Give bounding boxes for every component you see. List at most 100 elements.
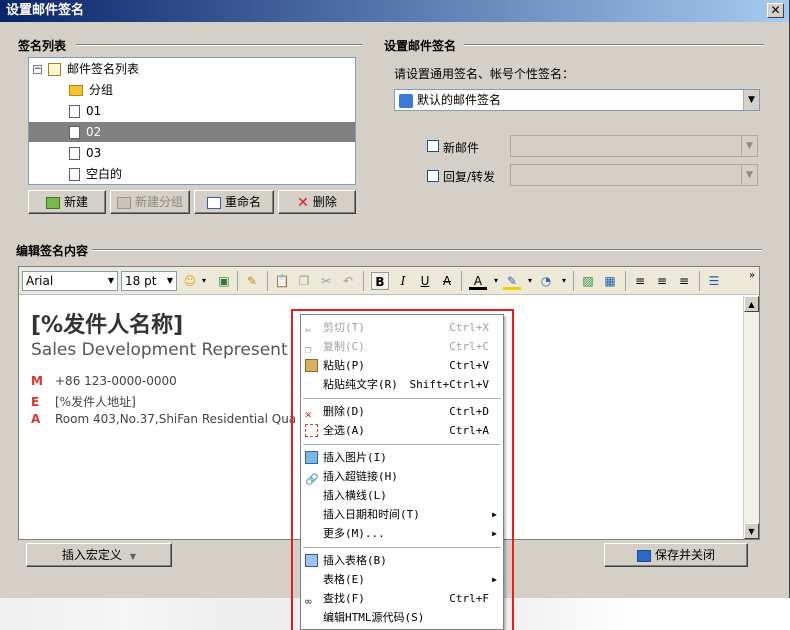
toolbar-divider [461, 271, 462, 291]
menu-item-find[interactable]: ∞ 查找(F) Ctrl+F [301, 589, 503, 608]
editor-scrollbar[interactable]: ▲ ▼ [743, 296, 759, 539]
cut-icon[interactable]: ✂ [317, 272, 335, 290]
tree-item-group[interactable]: 分组 [69, 80, 115, 100]
insert-table-icon[interactable]: ▦ [601, 272, 619, 290]
chevron-down-icon[interactable]: ▼ [164, 272, 176, 290]
align-center-icon[interactable]: ≡ [653, 272, 671, 290]
reply-forward-checkbox[interactable] [427, 170, 439, 182]
font-size-select[interactable]: 18 pt ▼ [121, 271, 177, 291]
folder-add-icon [116, 196, 131, 209]
new-group-button[interactable]: 新建分组 [110, 190, 190, 214]
menu-item-paste[interactable]: 粘贴(P) Ctrl+V [301, 356, 503, 375]
scissors-icon: ✂ [305, 324, 312, 337]
document-icon [69, 126, 80, 139]
save-close-button[interactable]: 保存并关闭 [604, 543, 748, 567]
toolbar-divider [573, 271, 574, 291]
menu-item-insert-link[interactable]: 🔗 插入超链接(H) [301, 467, 503, 486]
delete-x-icon: ✕ [297, 194, 309, 211]
tree-item-03[interactable]: 03 [69, 143, 103, 163]
menu-item-cut[interactable]: ✂ 剪切(T) Ctrl+X [301, 318, 503, 337]
new-icon [45, 196, 60, 209]
menu-separator [303, 444, 501, 445]
insert-macro-button[interactable]: 插入宏定义 ▼ [26, 543, 172, 567]
image-icon [305, 451, 318, 464]
toolbar-divider [237, 271, 238, 291]
document-icon [69, 147, 80, 160]
chevron-down-icon[interactable]: ▼ [743, 90, 759, 110]
chevron-down-icon[interactable]: ▼ [105, 272, 117, 290]
scroll-up-icon[interactable]: ▲ [744, 296, 759, 312]
mobile-row: M +86 123-0000-0000 [31, 374, 177, 388]
new-mail-checkbox[interactable] [427, 140, 439, 152]
menu-item-insert-hr[interactable]: 插入横线(L) [301, 486, 503, 505]
italic-button[interactable]: I [394, 272, 412, 290]
tree-root[interactable]: − 邮件签名列表 [33, 59, 141, 79]
menu-item-more[interactable]: 更多(M)... ▶ [301, 524, 503, 543]
divider [92, 249, 762, 251]
copy-icon[interactable]: ❐ [295, 272, 313, 290]
menu-item-insert-datetime[interactable]: 插入日期和时间(T) ▶ [301, 505, 503, 524]
sender-name-placeholder: [%发件人名称] [31, 313, 184, 338]
font-color-icon[interactable]: A [469, 272, 487, 290]
insert-object-icon[interactable]: ▣ [215, 272, 233, 290]
chevron-down-icon[interactable]: ▾ [555, 272, 573, 290]
email-row: E [%发件人地址] [31, 395, 136, 409]
menu-item-paste-plain[interactable]: 粘贴纯文字(R) Shift+Ctrl+V [301, 375, 503, 394]
menu-item-select-all[interactable]: 全选(A) Ctrl+A [301, 421, 503, 440]
menu-item-insert-image[interactable]: 插入图片(I) [301, 448, 503, 467]
menu-item-copy[interactable]: ❐ 复制(C) Ctrl+C [301, 337, 503, 356]
link-icon: 🔗 [305, 473, 319, 486]
new-button[interactable]: 新建 [28, 190, 106, 214]
menu-separator [303, 547, 501, 548]
chevron-down-icon[interactable]: ▼ [741, 165, 757, 185]
submenu-arrow-icon: ▶ [492, 575, 497, 584]
bold-button[interactable]: B [371, 272, 389, 290]
table-icon [305, 554, 318, 567]
toolbar-overflow-icon[interactable]: » [743, 267, 761, 285]
menu-item-table[interactable]: 表格(E) ▶ [301, 570, 503, 589]
menu-separator [303, 398, 501, 399]
signature-list-heading: 签名列表 [18, 39, 67, 53]
font-family-select[interactable]: Arial ▼ [22, 271, 118, 291]
menu-item-delete[interactable]: ✕ 删除(D) Ctrl+D [301, 402, 503, 421]
default-signature-select[interactable]: 默认的邮件签名 ▼ [394, 89, 760, 111]
format-icon[interactable]: ◔ [537, 272, 555, 290]
strikethrough-button[interactable]: A [438, 272, 456, 290]
delete-icon: ✕ [305, 408, 312, 421]
chevron-down-icon[interactable]: ▾ [195, 272, 213, 290]
divider [464, 44, 764, 46]
notepad-icon [48, 63, 61, 76]
submenu-arrow-icon: ▶ [492, 510, 497, 519]
address-row: A Room 403,No.37,ShiFan Residential Qua [31, 412, 297, 426]
rename-button[interactable]: 重命名 [194, 190, 274, 214]
paste-icon[interactable]: 📋 [273, 272, 291, 290]
underline-button[interactable]: U [416, 272, 434, 290]
delete-button[interactable]: ✕ 删除 [278, 190, 356, 214]
highlight-color-icon[interactable]: ✎ [503, 272, 521, 290]
insert-image-icon[interactable]: ▨ [579, 272, 597, 290]
signature-tree[interactable]: − 邮件签名列表 分组 01 02 03 空白的 [28, 57, 356, 185]
document-icon [69, 105, 80, 118]
tree-item-02[interactable]: 02 [29, 122, 355, 142]
align-right-icon[interactable]: ≡ [675, 272, 693, 290]
undo-icon[interactable]: ↶ [339, 272, 357, 290]
format-painter-icon[interactable]: ✎ [243, 272, 261, 290]
select-all-icon [305, 424, 318, 437]
new-mail-signature-select[interactable]: ▼ [510, 135, 758, 157]
scroll-down-icon[interactable]: ▼ [744, 523, 759, 539]
menu-item-edit-html[interactable]: 编辑HTML源代码(S) [301, 608, 503, 627]
align-left-icon[interactable]: ≡ [631, 272, 649, 290]
rename-icon [206, 196, 221, 209]
tree-item-blank[interactable]: 空白的 [69, 164, 124, 184]
tree-item-01[interactable]: 01 [69, 101, 103, 121]
menu-item-insert-table[interactable]: 插入表格(B) [301, 551, 503, 570]
collapse-icon[interactable]: − [33, 65, 42, 74]
chevron-down-icon[interactable]: ▼ [741, 136, 757, 156]
close-button[interactable]: ✕ [767, 3, 784, 18]
user-icon [399, 93, 413, 108]
document-icon [69, 168, 80, 181]
editor-heading: 编辑签名内容 [16, 244, 89, 258]
toolbar-divider [625, 271, 626, 291]
list-icon[interactable]: ☰ [705, 272, 723, 290]
reply-signature-select[interactable]: ▼ [510, 164, 758, 186]
